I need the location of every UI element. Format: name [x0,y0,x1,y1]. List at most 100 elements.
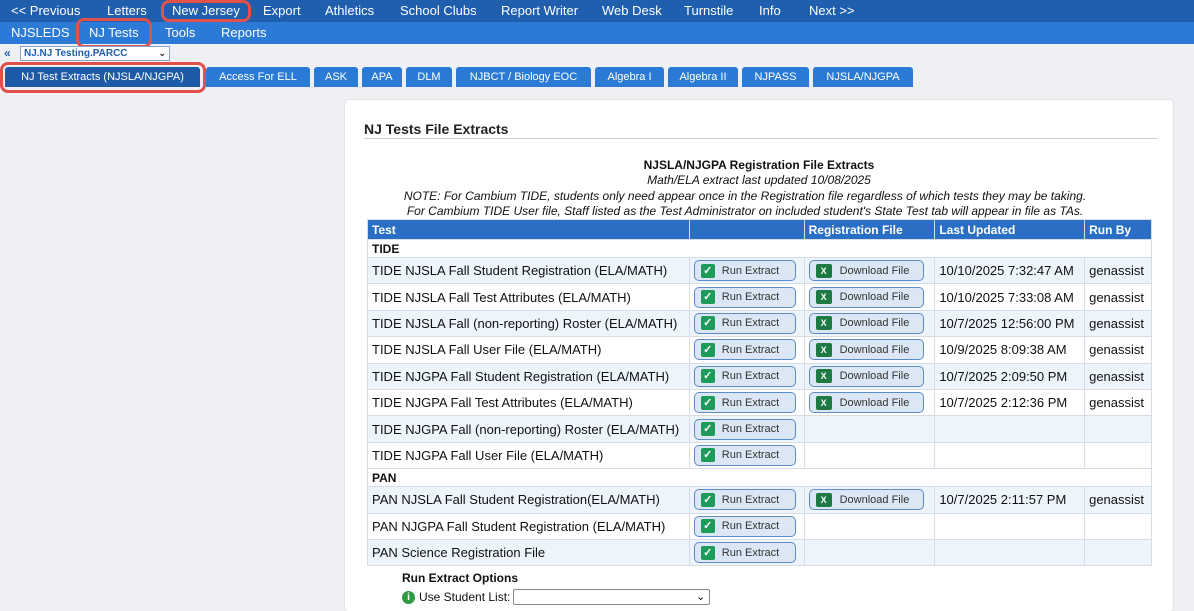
last-updated: 10/9/2025 8:09:38 AM [934,336,1086,364]
download-file-button[interactable]: X Download File [808,365,924,387]
nav-info[interactable]: Info [759,3,781,18]
run-by: genassist [1084,309,1152,338]
info-icon[interactable]: i [402,590,415,604]
tab-dlm[interactable]: DLM [406,67,452,87]
tab-ask[interactable]: ASK [314,67,358,87]
run-extract-button[interactable]: ✓ Run Extract [693,515,796,537]
header-last-updated: Last Updated [934,219,1086,240]
run-extract-label: Run Extract [721,264,780,277]
subnav-nj-tests[interactable]: NJ Tests [89,25,139,40]
tab-access-for-ell[interactable]: Access For ELL [206,67,310,87]
header-run-by: Run By [1084,219,1152,240]
table-row: PAN NJGPA Fall Student Registration (ELA… [367,512,1152,540]
run-by: genassist [1084,388,1152,417]
table-row: TIDE NJGPA Fall (non-reporting) Roster (… [367,415,1152,443]
run-extract-button[interactable]: ✓ Run Extract [693,418,796,440]
tab-njbct-biology[interactable]: NJBCT / Biology EOC [456,67,591,87]
section-title: PAN [367,468,1152,488]
run-by [1084,441,1152,470]
test-name: PAN NJSLA Fall Student Registration(ELA/… [367,486,690,514]
nav-report-writer[interactable]: Report Writer [501,3,578,18]
last-updated [934,512,1086,540]
download-file-button[interactable]: X Download File [808,312,924,334]
subnav-tools[interactable]: Tools [165,25,195,40]
student-list-select[interactable]: ⌄ [513,589,711,605]
tab-algebra-1[interactable]: Algebra I [595,67,664,87]
last-updated [934,415,1086,443]
nav-athletics[interactable]: Athletics [325,3,374,18]
checkbox-check-icon: ✓ [700,395,715,410]
run-cell: ✓ Run Extract [688,512,805,540]
test-name: TIDE NJSLA Fall (non-reporting) Roster (… [367,309,690,338]
run-extract-button[interactable]: ✓ Run Extract [693,365,796,387]
testing-select[interactable]: NJ.NJ Testing.PARCC ⌄ [20,46,170,61]
run-by: genassist [1084,336,1152,364]
subnav-njsleds[interactable]: NJSLEDS [11,25,70,40]
run-cell: ✓ Run Extract [688,415,805,443]
run-extract-button[interactable]: ✓ Run Extract [693,444,796,466]
run-cell: ✓ Run Extract [688,441,805,470]
run-cell: ✓ Run Extract [688,538,805,567]
download-file-button[interactable]: X Download File [808,260,924,282]
subnav-reports[interactable]: Reports [221,25,267,40]
run-by [1084,512,1152,540]
student-list-row: i Use Student List: ⌄ [402,589,711,605]
extracts-subheading: Math/ELA extract last updated 10/08/2025 [647,173,871,187]
download-cell: X Download File [803,283,936,311]
run-extract-label: Run Extract [721,449,780,462]
test-name: TIDE NJSLA Fall User File (ELA/MATH) [367,336,690,364]
nav-web-desk[interactable]: Web Desk [602,3,662,18]
nav-export[interactable]: Export [263,3,301,18]
test-name: TIDE NJGPA Fall (non-reporting) Roster (… [367,415,690,443]
tab-algebra-2[interactable]: Algebra II [668,67,738,87]
run-extract-button[interactable]: ✓ Run Extract [693,542,796,564]
collapse-arrows-icon[interactable]: « [4,46,11,60]
excel-icon: X [815,369,832,384]
nav-new-jersey[interactable]: New Jersey [172,3,240,18]
excel-icon: X [815,395,832,410]
download-file-button[interactable]: X Download File [808,392,924,414]
run-extract-button[interactable]: ✓ Run Extract [693,339,796,361]
run-extract-label: Run Extract [721,370,780,383]
run-extract-button[interactable]: ✓ Run Extract [693,489,796,511]
note-tide-registration: NOTE: For Cambium TIDE, students only ne… [403,189,1087,203]
section-row: PAN [367,468,1152,488]
header-registration-file: Registration File [803,219,936,240]
run-extract-button[interactable]: ✓ Run Extract [693,260,796,282]
test-name: TIDE NJGPA Fall Student Registration (EL… [367,362,690,390]
run-extract-label: Run Extract [721,317,780,330]
last-updated: 10/7/2025 12:56:00 PM [934,309,1086,338]
checkbox-check-icon: ✓ [700,290,715,305]
download-file-button[interactable]: X Download File [808,489,924,511]
test-tabs: NJ Test Extracts (NJSLA/NJGPA) Access Fo… [0,67,1194,87]
checkbox-check-icon: ✓ [700,545,715,560]
checkbox-check-icon: ✓ [700,448,715,463]
chevron-down-icon: ⌄ [696,591,706,603]
nav-letters[interactable]: Letters [107,3,147,18]
run-by [1084,415,1152,443]
table-row: TIDE NJSLA Fall Student Registration (EL… [367,256,1152,285]
run-extract-button[interactable]: ✓ Run Extract [693,392,796,414]
test-name: PAN NJGPA Fall Student Registration (ELA… [367,512,690,540]
tab-nj-test-extracts[interactable]: NJ Test Extracts (NJSLA/NJGPA) [5,67,200,87]
run-extract-button[interactable]: ✓ Run Extract [693,286,796,308]
run-by: genassist [1084,283,1152,311]
tab-njsla-njgpa[interactable]: NJSLA/NJGPA [813,67,913,87]
test-name: TIDE NJSLA Fall Student Registration (EL… [367,256,690,285]
tab-apa[interactable]: APA [362,67,402,87]
nav-turnstile[interactable]: Turnstile [684,3,733,18]
nav-previous[interactable]: << Previous [11,3,80,18]
download-file-button[interactable]: X Download File [808,286,924,308]
testing-select-value: NJ.NJ Testing.PARCC [24,48,128,59]
download-cell [803,538,936,567]
checkbox-check-icon: ✓ [700,369,715,384]
download-file-button[interactable]: X Download File [808,339,924,361]
tab-njpass[interactable]: NJPASS [742,67,809,87]
run-extract-options-title: Run Extract Options [402,571,519,585]
checkbox-check-icon: ✓ [700,519,715,534]
download-cell: X Download File [803,362,936,390]
nav-next[interactable]: Next >> [809,3,855,18]
nav-school-clubs[interactable]: School Clubs [400,3,477,18]
run-extract-button[interactable]: ✓ Run Extract [693,312,796,334]
run-by: genassist [1084,486,1152,514]
